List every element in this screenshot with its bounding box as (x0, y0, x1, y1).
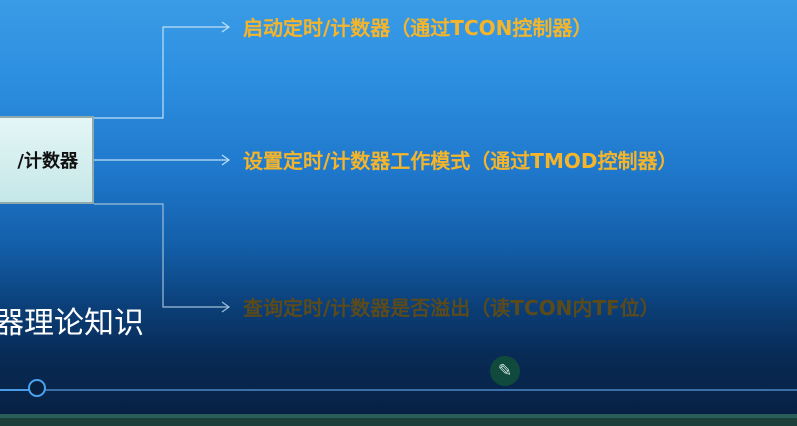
connector-1 (94, 26, 228, 119)
connector-lines (94, 21, 231, 313)
bottom-bar-shadow (0, 418, 797, 426)
branch-item-set-mode: 设置定时/计数器工作模式（通过TMOD控制器） (243, 149, 678, 173)
progress-track[interactable] (0, 389, 797, 391)
center-topic-box: /计数器 (0, 116, 94, 204)
branch-item-start-timer: 启动定时/计数器（通过TCON控制器） (243, 16, 593, 40)
slide-canvas: /计数器 启动定时/计数器（通过TCON控制器） 设置定时/计数器工作模式（通过… (0, 0, 797, 426)
connector-3 (94, 203, 228, 308)
progress-fill (0, 389, 30, 391)
pencil-icon: ✎ (497, 361, 513, 381)
center-topic-label: /计数器 (17, 151, 78, 172)
progress-handle[interactable] (28, 379, 46, 397)
section-heading: 器理论知识 (0, 306, 144, 341)
pen-tool-button[interactable]: ✎ (490, 356, 520, 386)
branch-item-query-overflow: 查询定时/计数器是否溢出（读TCON内TF位） (243, 296, 660, 320)
